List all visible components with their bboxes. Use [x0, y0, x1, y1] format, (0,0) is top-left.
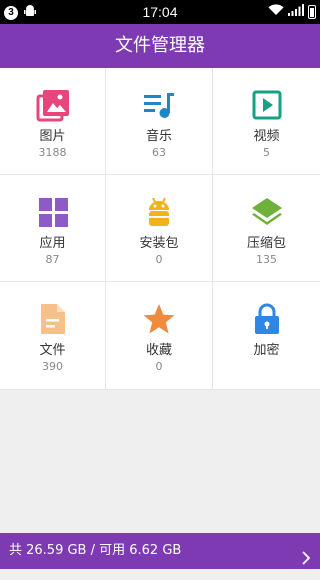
signal-icon — [288, 4, 304, 19]
category-label: 收藏 — [145, 343, 172, 358]
category-grid: 图片 3188 音乐 63 视频 5 应用 87 安装包 0 压缩包 135 文… — [0, 68, 320, 390]
wifi-icon — [268, 4, 284, 19]
category-label: 图片 — [39, 129, 66, 144]
category-count: 63 — [152, 146, 166, 159]
title-bar: 文件管理器 — [0, 24, 320, 68]
apps-icon — [36, 195, 70, 229]
category-images[interactable]: 图片 3188 — [0, 68, 106, 175]
category-label: 压缩包 — [246, 236, 286, 251]
category-count: 390 — [42, 360, 63, 373]
music-icon — [142, 88, 176, 122]
android-icon — [142, 195, 176, 229]
category-apk[interactable]: 安装包 0 — [106, 175, 213, 282]
category-label: 文件 — [39, 343, 66, 358]
category-favorites[interactable]: 收藏 0 — [106, 282, 213, 390]
category-count: 5 — [263, 146, 270, 159]
status-bar: 3 17:04 — [0, 0, 320, 24]
document-icon — [36, 302, 70, 336]
video-icon — [250, 88, 284, 122]
storage-bar[interactable]: 共 26.59 GB / 可用 6.62 GB — [0, 533, 320, 569]
category-count: 135 — [256, 253, 277, 266]
category-count: 0 — [155, 360, 163, 373]
gallery-icon — [36, 88, 70, 122]
page-title: 文件管理器 — [115, 35, 205, 56]
category-music[interactable]: 音乐 63 — [106, 68, 213, 175]
star-icon — [142, 302, 176, 336]
category-videos[interactable]: 视频 5 — [213, 68, 320, 175]
lock-icon — [250, 302, 284, 336]
category-label: 安装包 — [139, 236, 179, 251]
category-archives[interactable]: 压缩包 135 — [213, 175, 320, 282]
status-right — [268, 4, 316, 19]
category-label: 应用 — [39, 236, 66, 251]
category-count: 3188 — [38, 146, 67, 159]
layers-icon — [250, 195, 284, 229]
category-count: 0 — [155, 253, 163, 266]
chevron-right-icon — [302, 544, 311, 580]
category-count: 87 — [45, 253, 60, 266]
category-apps[interactable]: 应用 87 — [0, 175, 106, 282]
category-label: 加密 — [253, 343, 280, 358]
storage-summary: 共 26.59 GB / 可用 6.62 GB — [9, 543, 182, 558]
battery-icon — [308, 4, 316, 19]
category-documents[interactable]: 文件 390 — [0, 282, 106, 390]
category-label: 视频 — [253, 129, 280, 144]
category-encrypted[interactable]: 加密 — [213, 282, 320, 390]
category-label: 音乐 — [145, 129, 172, 144]
